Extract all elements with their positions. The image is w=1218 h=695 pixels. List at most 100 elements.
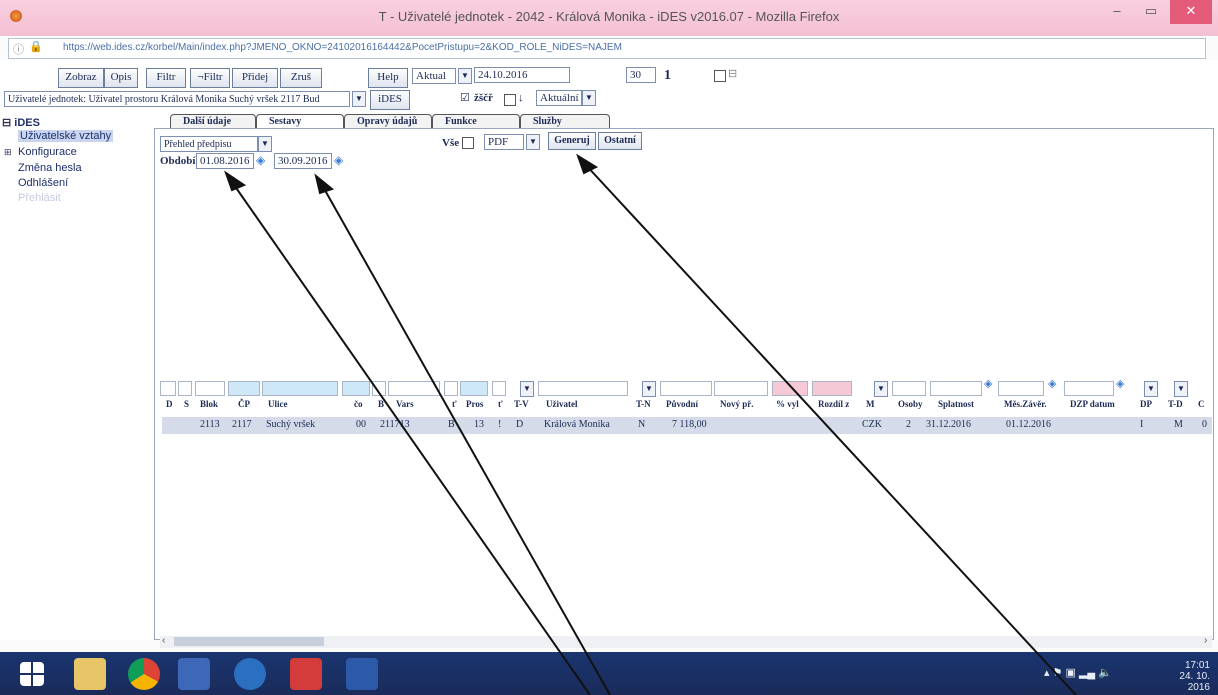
col-header-co[interactable]: čo — [354, 399, 363, 409]
aktual-select[interactable]: Aktual — [412, 68, 456, 84]
filter-box[interactable] — [714, 381, 768, 396]
tree-expand-icon[interactable]: ⊞ — [4, 147, 12, 158]
down-checkbox[interactable] — [504, 94, 516, 106]
chevron-down-icon[interactable]: ▼ — [526, 134, 540, 150]
filter-box[interactable] — [772, 381, 808, 396]
not-filtr-button[interactable]: ¬Filtr — [190, 68, 230, 88]
col-header-vyl[interactable]: % vyl — [776, 399, 799, 409]
ides-button[interactable]: iDES — [370, 90, 410, 110]
filter-box[interactable] — [195, 381, 225, 396]
filter-box[interactable] — [444, 381, 458, 396]
tree-root[interactable]: ⊟ iDES — [2, 116, 40, 129]
filter-box[interactable] — [228, 381, 260, 396]
checkmark-icon[interactable]: ☑ — [460, 91, 470, 104]
zrus-button[interactable]: Zruš — [280, 68, 322, 88]
col-header-dzp-datum[interactable]: DZP datum — [1070, 399, 1115, 409]
tree-item-zmena-hesla[interactable]: Změna hesla — [18, 162, 82, 174]
date-from-input[interactable]: 01.08.2016 — [196, 153, 254, 169]
col-header-uzivatel[interactable]: Uživatel — [546, 399, 578, 409]
filter-box[interactable] — [372, 381, 386, 396]
col-header-m[interactable]: M — [866, 399, 875, 409]
count-box[interactable]: 30 — [626, 67, 656, 83]
col-header-pros[interactable]: Pros — [466, 399, 483, 409]
chevron-down-icon[interactable]: ▼ — [258, 136, 272, 152]
tree-item-prehlasit[interactable]: Přehlásit — [18, 192, 61, 204]
report-select[interactable]: Přehled předpisu — [160, 136, 258, 152]
col-header-t2[interactable]: ť — [498, 399, 503, 409]
filter-box[interactable] — [812, 381, 852, 396]
aktualni-select[interactable]: Aktuální — [536, 90, 582, 106]
filter-box[interactable] — [930, 381, 982, 396]
chrome-icon[interactable] — [128, 658, 160, 690]
chevron-down-icon[interactable]: ▼ — [1174, 381, 1188, 397]
filter-box[interactable] — [998, 381, 1044, 396]
scroll-thumb[interactable] — [174, 637, 324, 646]
col-header-ulice[interactable]: Ulice — [268, 399, 288, 409]
col-header-tn[interactable]: T-N — [636, 399, 651, 409]
info-icon[interactable]: ⓘ — [13, 41, 24, 57]
col-header-s[interactable]: S — [184, 399, 189, 409]
minimize-button[interactable]: ‒ — [1100, 0, 1134, 24]
context-select[interactable]: Uživatelé jednotek: Uživatel prostoru Kr… — [4, 91, 350, 107]
word-icon[interactable] — [346, 658, 378, 690]
chevron-down-icon[interactable]: ▼ — [642, 381, 656, 397]
col-header-blok[interactable]: Blok — [200, 399, 218, 409]
calendar-icon[interactable]: ◈ — [984, 377, 992, 390]
col-header-mes-zaver[interactable]: Měs.Závěr. — [1004, 399, 1047, 409]
pridej-button[interactable]: Přidej — [232, 68, 278, 88]
filter-box[interactable] — [342, 381, 370, 396]
chevron-down-icon[interactable]: ▼ — [520, 381, 534, 397]
pdf-reader-icon[interactable] — [290, 658, 322, 690]
scroll-left-icon[interactable]: ‹ — [162, 635, 165, 646]
col-header-t1[interactable]: ť — [452, 399, 457, 409]
start-icon[interactable] — [20, 662, 44, 686]
scroll-right-icon[interactable]: › — [1204, 635, 1207, 646]
tree-item-konfigurace[interactable]: Konfigurace — [18, 146, 77, 158]
col-header-dp[interactable]: DP — [1140, 399, 1152, 409]
calendar-icon[interactable]: ◈ — [334, 153, 343, 167]
clock[interactable]: 17:01 24. 10. 2016 — [1160, 660, 1210, 693]
date-input[interactable]: 24.10.2016 — [474, 67, 570, 83]
col-header-splatnost[interactable]: Splatnost — [938, 399, 974, 409]
col-header-novy-pr[interactable]: Nový př. — [720, 399, 754, 409]
toolbar-checkbox[interactable] — [714, 70, 726, 82]
chevron-down-icon[interactable]: ▼ — [1144, 381, 1158, 397]
col-header-d[interactable]: D — [166, 399, 173, 409]
chevron-down-icon[interactable]: ▼ — [874, 381, 888, 397]
col-header-rozdil[interactable]: Rozdíl z — [818, 399, 849, 409]
tree-item-odhlaseni[interactable]: Odhlášení — [18, 177, 68, 189]
tab-sluzby[interactable]: Služby — [520, 114, 610, 129]
col-header-puvodni[interactable]: Původní — [666, 399, 698, 409]
col-header-vars[interactable]: Vars — [396, 399, 414, 409]
close-button[interactable]: ✕ — [1170, 0, 1212, 24]
tree-expand-icon[interactable]: ⊟ — [728, 67, 737, 80]
tab-sestavy[interactable]: Sestavy — [256, 114, 344, 129]
filtr-button[interactable]: Filtr — [146, 68, 186, 88]
generuj-button[interactable]: Generuj — [548, 132, 596, 150]
filter-box[interactable] — [1064, 381, 1114, 396]
chevron-down-icon[interactable]: ▼ — [352, 91, 366, 107]
col-header-cp[interactable]: ČP — [238, 399, 250, 409]
url-bar[interactable]: ⓘ 🔒 https://web.ides.cz/korbel/Main/inde… — [8, 38, 1206, 59]
filter-box[interactable] — [660, 381, 712, 396]
format-select[interactable]: PDF — [484, 134, 524, 150]
chevron-down-icon[interactable]: ▼ — [582, 90, 596, 106]
app-c-icon[interactable] — [234, 658, 266, 690]
col-header-c[interactable]: C — [1198, 399, 1205, 409]
ostatni-button[interactable]: Ostatní — [598, 132, 642, 150]
calendar-icon[interactable]: ◈ — [1048, 377, 1056, 390]
col-header-tv[interactable]: T-V — [514, 399, 529, 409]
filter-box[interactable] — [388, 381, 440, 396]
file-explorer-icon[interactable] — [74, 658, 106, 690]
tab-dalsi-udaje[interactable]: Další údaje — [170, 114, 256, 129]
vse-checkbox[interactable] — [462, 137, 474, 149]
filter-box[interactable] — [538, 381, 628, 396]
col-header-b[interactable]: B — [378, 399, 384, 409]
tab-funkce[interactable]: Funkce — [432, 114, 520, 129]
filter-box[interactable] — [492, 381, 506, 396]
zobraz-button[interactable]: Zobraz — [58, 68, 104, 88]
filter-box[interactable] — [178, 381, 192, 396]
firefox-taskbar-icon[interactable] — [178, 658, 210, 690]
maximize-button[interactable]: ▭ — [1134, 0, 1168, 24]
opis-button[interactable]: Opis — [104, 68, 138, 88]
